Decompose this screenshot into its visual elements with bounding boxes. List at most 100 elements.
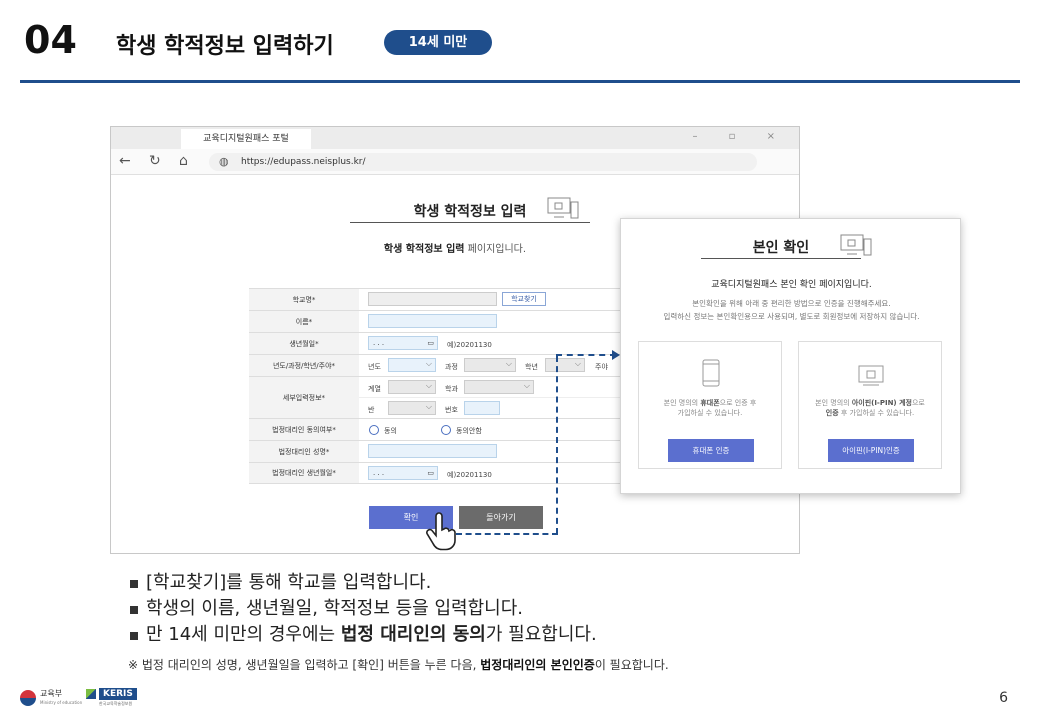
daynight-opt-label: 주야 (595, 363, 608, 371)
class-select[interactable] (388, 401, 436, 415)
ipin-auth-button[interactable]: 아이핀(I-PIN)인증 (828, 439, 914, 462)
guardian-birth-example: 예)20201130 (447, 471, 492, 479)
consent-disagree-label: 동의안함 (456, 427, 482, 435)
note-pre: ※ 법정 대리인의 성명, 생년월일을 입력하고 [확인] 버튼을 누른 다음, (128, 658, 481, 672)
phone-auth-card: 본인 명의의 휴대폰으로 인증 후 가입하실 수 있습니다. 휴대폰 인증 (638, 341, 782, 469)
guardian-birth-label: 법정대리인 생년월일* (249, 463, 359, 483)
year-select[interactable] (388, 358, 436, 372)
bullet-1-text: [학교찾기]를 통해 학교를 입력합니다. (146, 572, 432, 593)
moe-name: 교육부 (40, 689, 63, 698)
guardian-birth-placeholder: . . . (373, 469, 385, 477)
birth-example: 예)20201130 (447, 341, 492, 349)
bullet-3-bold: 법정 대리인의 동의 (340, 624, 486, 645)
bullet-2-text: 학생의 이름, 생년월일, 학적정보 등을 입력합니다. (146, 598, 523, 619)
note-bold: 법정대리인의 본인인증 (480, 658, 595, 672)
instruction-item: [학교찾기]를 통해 학교를 입력합니다. (128, 570, 597, 596)
student-form: 학교명* 학교찾기 이름* 생년월일* . . . ▭ 예)20201130 년도… (249, 288, 639, 484)
dept-opt-label: 학과 (445, 385, 458, 393)
grade-opt-label: 학년 (525, 363, 538, 371)
mobile-phone-icon (702, 359, 720, 387)
form-row-year: 년도/과정/학년/주야* 년도 과정 학년 주야 (249, 354, 639, 376)
ipin-card-text: 본인 명의의 아이핀(I-PIN) 계정으로 인증 후 가입하실 수 있습니다. (799, 398, 941, 418)
guardian-birth-input[interactable]: . . . ▭ (368, 466, 438, 480)
connector-vertical (556, 356, 558, 534)
form-row-guardian-birth: 법정대리인 생년월일* . . . ▭ 예)20201130 (249, 462, 639, 484)
phone-card-text: 본인 명의의 휴대폰으로 인증 후 가입하실 수 있습니다. (639, 398, 781, 418)
school-label: 학교명* (249, 289, 359, 310)
popup-computer-lock-icon (840, 234, 872, 256)
moe-logo: 교육부 Ministry of education (20, 688, 82, 708)
grade-select[interactable] (545, 358, 585, 372)
back-button[interactable]: 돌아가기 (459, 506, 543, 529)
form-row-detail: 세부입력정보* 계열 학과 반 번호 (249, 376, 639, 418)
guardian-name-label: 법정대리인 성명* (249, 441, 359, 462)
popup-title: 본인 확인 (752, 240, 810, 256)
connector-top (556, 354, 616, 356)
guardian-calendar-icon[interactable]: ▭ (427, 467, 434, 479)
consent-disagree-radio[interactable] (441, 425, 451, 435)
ipin-text-line2-bold: 인증 (825, 409, 839, 417)
globe-icon: ◍ (219, 155, 229, 168)
name-label: 이름* (249, 311, 359, 332)
browser-tab[interactable]: 교육디지털원패스 포털 (181, 129, 311, 149)
year-opt-label: 년도 (368, 363, 381, 371)
ipin-auth-card: 본인 명의의 아이핀(I-PIN) 계정으로 인증 후 가입하실 수 있습니다.… (798, 341, 942, 469)
popup-desc-line2: 입력하신 정보는 본인확인용으로 사용되며, 별도로 회원정보에 저장하지 않습… (663, 312, 920, 321)
page-subtitle-bold: 학생 학적정보 입력 (383, 244, 465, 255)
keris-logo: KERIS 한국교육학술정보원 (86, 688, 137, 706)
student-number-input[interactable] (464, 401, 500, 415)
phone-text-post: 으로 인증 후 (719, 399, 757, 407)
address-bar: ← ↻ ⌂ ◍ https://edupass.neisplus.kr/ (111, 149, 799, 175)
phone-auth-button[interactable]: 휴대폰 인증 (668, 439, 754, 462)
identity-popup: 본인 확인 교육디지털원패스 본인 확인 페이지입니다. 본인확인을 위해 아래… (620, 218, 961, 494)
home-icon[interactable]: ⌂ (179, 153, 188, 169)
birth-date-placeholder: . . . (373, 339, 385, 347)
keris-subtitle: 한국교육학술정보원 (99, 701, 133, 706)
dept-select[interactable] (464, 380, 534, 394)
birth-label: 생년월일* (249, 333, 359, 354)
guardian-name-input[interactable] (368, 444, 497, 458)
form-row-guardian-name: 법정대리인 성명* (249, 440, 639, 462)
window-controls[interactable]: – ▫ × (692, 131, 789, 142)
ipin-lock-icon (858, 365, 884, 386)
consent-agree-radio[interactable] (369, 425, 379, 435)
phone-text-pre: 본인 명의의 (663, 399, 701, 407)
refresh-icon[interactable]: ↻ (149, 153, 161, 169)
url-text: https://edupass.neisplus.kr/ (241, 157, 366, 167)
form-row-name: 이름* (249, 310, 639, 332)
instruction-item: 만 14세 미만의 경우에는 법정 대리인의 동의가 필요합니다. (128, 622, 597, 648)
moe-emblem-icon (20, 690, 36, 706)
slide-number: 04 (24, 18, 77, 62)
school-input[interactable] (368, 292, 497, 306)
course-opt-label: 과정 (445, 363, 458, 371)
popup-title-underline (701, 258, 861, 259)
bullet-3-pre: 만 14세 미만의 경우에는 (146, 624, 341, 645)
calendar-icon[interactable]: ▭ (427, 337, 434, 349)
name-input[interactable] (368, 314, 497, 328)
form-row-consent: 법정대리인 동의여부* 동의 동의안함 (249, 418, 639, 440)
school-search-button[interactable]: 학교찾기 (502, 292, 546, 306)
url-input[interactable]: ◍ https://edupass.neisplus.kr/ (209, 153, 757, 171)
page-subtitle: 학생 학적정보 입력 페이지입니다. (340, 240, 570, 255)
note-post: 이 필요합니다. (594, 658, 669, 672)
series-select[interactable] (388, 380, 436, 394)
phone-text-line2: 가입하실 수 있습니다. (677, 409, 743, 417)
series-opt-label: 계열 (368, 385, 381, 393)
consent-agree-label: 동의 (384, 427, 397, 435)
instruction-item: 학생의 이름, 생년월일, 학적정보 등을 입력합니다. (128, 596, 597, 622)
arrow-icon (612, 350, 620, 360)
birth-date-input[interactable]: . . . ▭ (368, 336, 438, 350)
back-icon[interactable]: ← (119, 153, 131, 169)
page-number: 6 (999, 690, 1008, 706)
instruction-list: [학교찾기]를 통해 학교를 입력합니다. 학생의 이름, 생년월일, 학적정보… (128, 570, 597, 648)
course-select[interactable] (464, 358, 516, 372)
bullet-3-post: 가 필요합니다. (485, 624, 597, 645)
ipin-text-line2: 후 가입하실 수 있습니다. (838, 409, 915, 417)
detail-label: 세부입력정보* (249, 377, 359, 418)
keris-wordmark: KERIS (99, 688, 137, 700)
popup-subtitle: 교육디지털원패스 본인 확인 페이지입니다. (711, 280, 872, 290)
phone-text-bold: 휴대폰 (700, 399, 720, 407)
number-opt-label: 번호 (445, 406, 458, 414)
class-opt-label: 반 (368, 406, 375, 414)
page-subtitle-rest: 페이지입니다. (464, 244, 527, 255)
